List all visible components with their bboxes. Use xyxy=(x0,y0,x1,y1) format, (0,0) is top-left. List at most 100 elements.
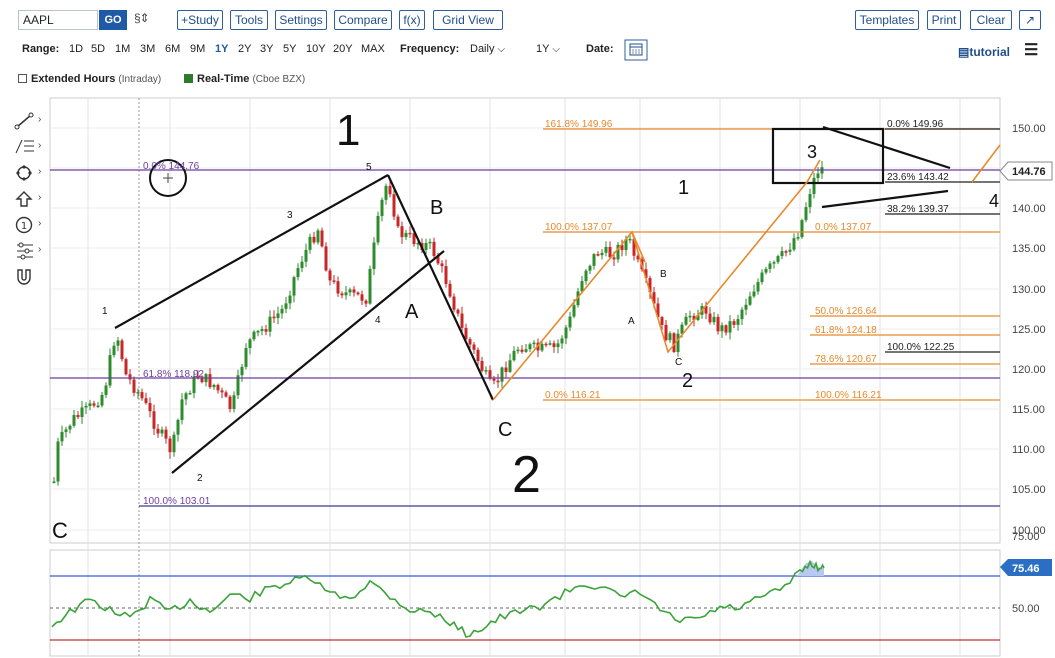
candle-body xyxy=(484,370,488,372)
candle-body xyxy=(72,415,76,426)
candle-body xyxy=(212,384,216,388)
candle-body xyxy=(604,246,608,253)
candle-body xyxy=(732,321,736,325)
fib-label-right-618: 61.8% 124.18 xyxy=(815,325,877,336)
candle-body xyxy=(52,481,56,484)
candle-body xyxy=(588,265,592,271)
candle-body xyxy=(128,374,132,380)
candle-body xyxy=(476,349,480,361)
candle-body xyxy=(304,249,308,262)
candle-body xyxy=(112,345,116,356)
candle-body xyxy=(684,316,688,325)
wave-label-minor-1: 1 xyxy=(102,306,108,317)
candle-body xyxy=(764,268,768,273)
candle-body xyxy=(144,398,148,403)
candle-body xyxy=(664,324,668,341)
fib-label-purple-top: 0.0% 144.76 xyxy=(143,161,200,172)
candle-body xyxy=(176,419,180,435)
candle-body xyxy=(292,277,296,296)
candle-body xyxy=(264,329,268,332)
candle-body xyxy=(124,359,128,375)
wave-label-right-3: 3 xyxy=(807,142,817,162)
candle-body xyxy=(288,295,292,304)
candle-body xyxy=(360,294,364,301)
candle-body xyxy=(368,268,372,304)
candle-body xyxy=(804,207,808,221)
candle-body xyxy=(688,315,692,318)
current-price-tag: 144.76 xyxy=(999,161,1053,181)
candle-body xyxy=(800,220,804,238)
candle-body xyxy=(296,268,300,278)
rsi-tick: 50.00 xyxy=(1012,603,1040,615)
wave-label-minor-5: 5 xyxy=(366,162,372,173)
candle-body xyxy=(720,325,724,332)
candle-body xyxy=(564,327,568,339)
candle-body xyxy=(408,232,412,235)
fib-label-right-100a: 100.0% 122.25 xyxy=(887,342,955,353)
price-tick: 115.00 xyxy=(1012,404,1045,416)
price-tick: 130.00 xyxy=(1012,284,1046,296)
candle-body xyxy=(300,261,304,269)
candle-body xyxy=(544,343,548,346)
candle-body xyxy=(448,283,452,297)
price-tick: 135.00 xyxy=(1012,243,1046,255)
candle-body xyxy=(492,378,496,381)
candle-body xyxy=(756,282,760,292)
candle-body xyxy=(336,281,340,294)
candle-body xyxy=(332,280,336,282)
candle-body xyxy=(180,399,184,420)
candle-body xyxy=(276,313,280,318)
candle-body xyxy=(724,325,728,333)
candle-body xyxy=(552,343,556,347)
candle-body xyxy=(280,308,284,314)
candle-body xyxy=(596,254,600,256)
candle-body xyxy=(440,263,444,267)
candle-body xyxy=(740,309,744,320)
candle-body xyxy=(444,266,448,284)
candle-body xyxy=(456,309,460,314)
candle-body xyxy=(60,431,64,442)
wave-label-c: C xyxy=(498,419,512,441)
wave-label-big-2: 2 xyxy=(512,446,541,504)
fib-label-right-236: 23.6% 143.42 xyxy=(887,172,949,183)
candle-body xyxy=(260,329,264,332)
candle-body xyxy=(452,296,456,310)
candle-body xyxy=(64,429,68,432)
candle-body xyxy=(784,251,788,253)
candle-body xyxy=(796,237,800,239)
candle-body xyxy=(432,241,436,257)
candle-body xyxy=(516,349,520,352)
candle-body xyxy=(356,292,360,295)
candle-body xyxy=(712,316,716,323)
price-tick: 125.00 xyxy=(1012,324,1046,336)
wave-label-minor-3: 3 xyxy=(287,210,293,221)
fib-label-right-786: 78.6% 120.67 xyxy=(815,354,877,365)
candle-body xyxy=(140,392,144,399)
candle-body xyxy=(816,173,820,178)
candle-body xyxy=(568,316,572,328)
candle-body xyxy=(812,177,816,195)
price-tick: 105.00 xyxy=(1012,484,1046,496)
candle-body xyxy=(164,429,168,439)
candle-body xyxy=(344,292,348,296)
candle-body xyxy=(308,236,312,250)
wave-label-b: B xyxy=(430,197,443,219)
candle-body xyxy=(172,434,176,453)
candle-body xyxy=(88,403,92,406)
candle-body xyxy=(768,263,772,269)
candle-body xyxy=(272,316,276,319)
candle-body xyxy=(256,331,260,333)
candle-body xyxy=(728,321,732,333)
candle-body xyxy=(224,392,228,397)
candle-body xyxy=(572,305,576,317)
candle-body xyxy=(392,194,396,217)
candle-body xyxy=(232,395,236,409)
rsi-current-value: 75.46 xyxy=(1012,563,1040,575)
candle-body xyxy=(80,407,84,418)
candle-body xyxy=(348,289,352,293)
candle-body xyxy=(92,403,96,406)
candle-body xyxy=(132,379,136,393)
candle-body xyxy=(284,303,288,309)
candle-body xyxy=(100,394,104,406)
price-chart[interactable]: 0.0% 144.76 61.8% 118.92 100.0% 103.01 1… xyxy=(0,0,1055,658)
